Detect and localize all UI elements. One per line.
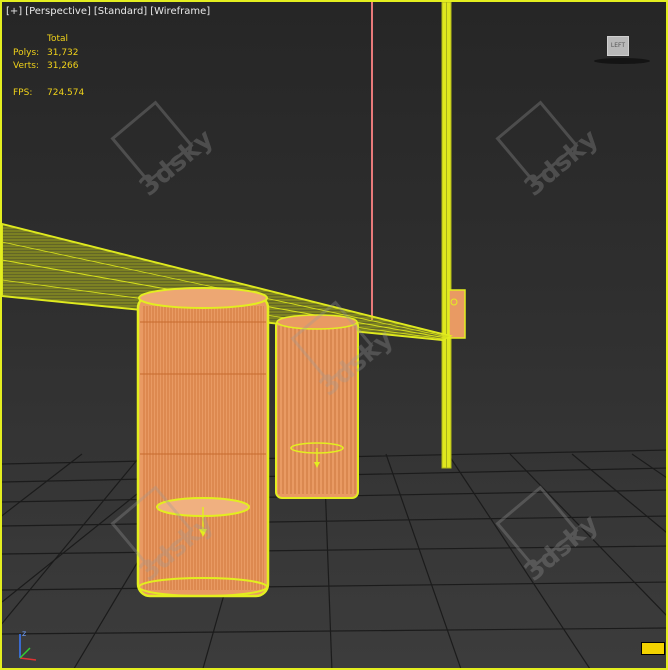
axis-tripod-icon: z — [19, 629, 37, 661]
stats-header: Total — [47, 34, 69, 44]
perspective-viewport[interactable]: 3dsky 3dsky 3dsky 3dsky 3dsky [+] [Perspe… — [0, 0, 668, 670]
axis-z-label: z — [22, 629, 26, 638]
stats-fps-row: FPS: 724.574 — [13, 87, 84, 101]
selected-pole — [441, 2, 466, 469]
viewport-statistics: Total Polys: 31,732 Verts: 31,266 FPS: 7… — [13, 33, 84, 100]
viewcube[interactable]: LEFT — [594, 32, 650, 66]
viewport-label-menu: [+] [Perspective] [Standard] [Wireframe] — [6, 6, 213, 17]
candle-holder-small — [275, 314, 359, 499]
stats-fps-label: FPS: — [13, 87, 33, 98]
viewport-nav-badge[interactable] — [641, 642, 665, 655]
red-rod — [371, 2, 373, 320]
viewcube-compass-ring[interactable] — [594, 58, 650, 64]
viewport-shading-wireframe-menu[interactable]: [Wireframe] — [150, 6, 210, 17]
stats-verts-label: Verts: — [13, 61, 39, 71]
viewport-shading-standard-menu[interactable]: [Standard] — [94, 6, 147, 17]
stats-polys-label: Polys: — [13, 47, 40, 58]
stats-fps-value: 724.574 — [47, 87, 85, 98]
watermark-2: 3dsky — [519, 124, 605, 203]
viewcube-face-left[interactable]: LEFT — [607, 36, 629, 56]
stats-verts-row: Verts: 31,266 — [13, 60, 84, 74]
scene-canvas[interactable]: 3dsky 3dsky 3dsky 3dsky 3dsky — [2, 2, 668, 670]
watermark-1: 3dsky — [134, 124, 220, 203]
stats-verts-value: 31,266 — [47, 61, 79, 71]
stats-polys-row: Polys: 31,732 — [13, 47, 84, 61]
stats-polys-value: 31,732 — [47, 47, 79, 58]
viewport-pov-menu[interactable]: [Perspective] — [25, 6, 91, 17]
viewport-plus-menu[interactable]: [+] — [6, 6, 22, 17]
